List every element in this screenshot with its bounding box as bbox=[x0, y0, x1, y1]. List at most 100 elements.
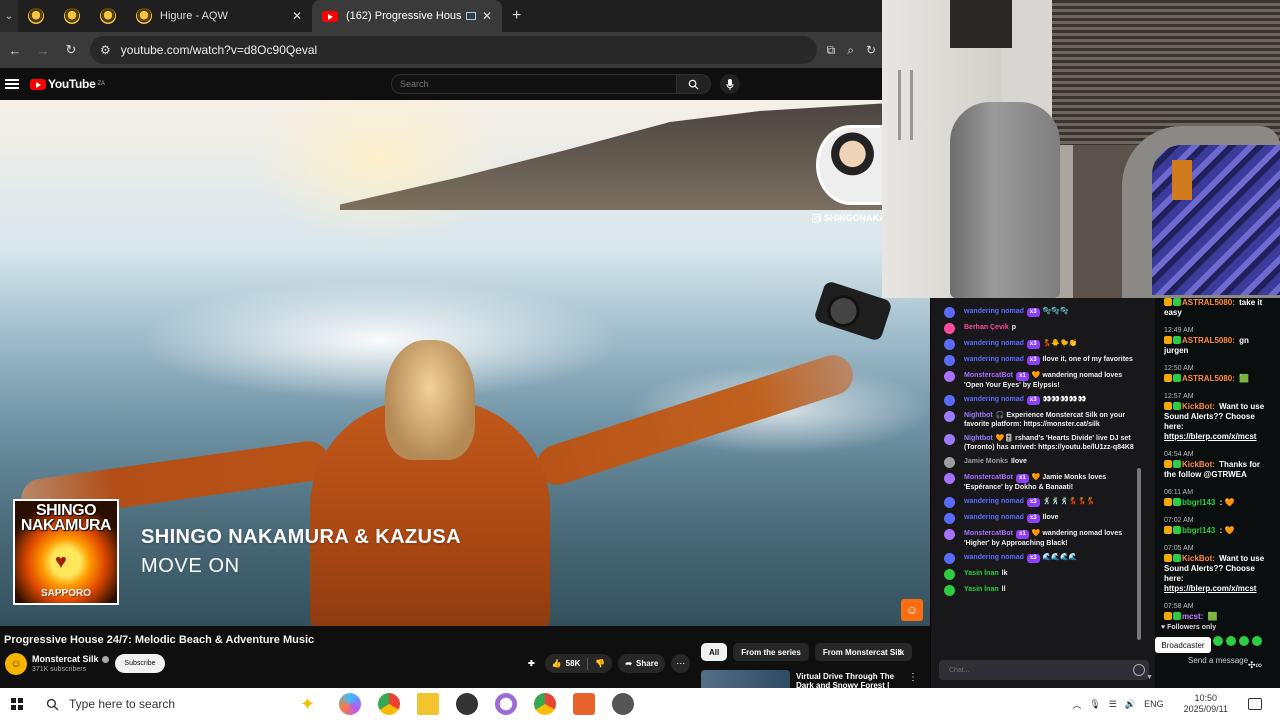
chat-avatar[interactable] bbox=[944, 411, 955, 422]
chat-username[interactable]: Yasin İnan bbox=[964, 586, 999, 593]
emote-icon[interactable] bbox=[1226, 636, 1236, 646]
chat-message-list[interactable]: wandering nomad x3 🫧🫧🫧 Berhan Çevik p wanderi… bbox=[931, 298, 1141, 650]
chat-avatar[interactable] bbox=[944, 513, 955, 524]
channel-watermark-icon[interactable]: ☺ bbox=[901, 599, 923, 621]
recommendation-more-icon[interactable]: ⋮ bbox=[908, 672, 918, 683]
menu-icon[interactable] bbox=[5, 79, 19, 89]
tab-higure-aqw[interactable]: Higure - AQW ✕ bbox=[126, 0, 312, 32]
kick-username[interactable]: bbgrl143 bbox=[1182, 526, 1215, 535]
chrome-icon[interactable] bbox=[378, 693, 400, 715]
kick-username[interactable]: KickBot: bbox=[1182, 554, 1215, 563]
video-player[interactable]: SHINGONAKA SHINGO NAKAMURA ♥ SAPPORO SHI… bbox=[0, 100, 930, 626]
kick-send-message[interactable]: Send a message bbox=[1188, 656, 1248, 665]
chat-username[interactable]: MonstercatBot bbox=[964, 372, 1013, 379]
kick-settings-icon[interactable]: ✣∞ bbox=[1248, 660, 1262, 671]
chat-avatar[interactable] bbox=[944, 339, 955, 350]
chat-avatar[interactable] bbox=[944, 497, 955, 508]
chat-avatar[interactable] bbox=[944, 434, 955, 445]
search-input[interactable] bbox=[391, 74, 677, 94]
clock[interactable]: 10:50 2025/09/11 bbox=[1184, 693, 1228, 715]
emote-icon[interactable] bbox=[1252, 636, 1262, 646]
youtube-logo[interactable]: YouTube ZA bbox=[30, 77, 105, 91]
chat-avatar[interactable] bbox=[944, 457, 955, 468]
emote-icon[interactable] bbox=[1213, 636, 1223, 646]
snipping-tool-icon[interactable] bbox=[495, 693, 517, 715]
start-button[interactable] bbox=[0, 688, 34, 720]
voice-search-button[interactable] bbox=[720, 74, 740, 94]
chrome-profile-icon[interactable] bbox=[534, 693, 556, 715]
channel-name[interactable]: Monstercat Silk bbox=[32, 654, 109, 664]
tab-close-icon[interactable]: ✕ bbox=[292, 9, 302, 23]
like-count[interactable]: 58K bbox=[566, 659, 581, 668]
remix-button[interactable]: ✚ bbox=[524, 654, 539, 673]
chat-scrollbar[interactable] bbox=[1137, 468, 1141, 640]
obs-icon[interactable] bbox=[456, 693, 478, 715]
chat-username[interactable]: MonstercatBot bbox=[964, 530, 1013, 537]
chat-username[interactable]: Yasin İnan bbox=[964, 570, 999, 577]
kick-username[interactable]: mcst: bbox=[1182, 612, 1203, 621]
network-icon[interactable]: ☰ bbox=[1109, 699, 1117, 710]
chevron-right-icon[interactable]: › bbox=[898, 645, 902, 659]
chat-username[interactable]: wandering nomad bbox=[964, 554, 1024, 561]
chat-username[interactable]: Nightbot bbox=[964, 435, 993, 442]
pinned-tab-aqw-3[interactable] bbox=[90, 0, 126, 32]
channel-avatar[interactable]: ☺ bbox=[5, 653, 27, 675]
filter-chip-series[interactable]: From the series bbox=[733, 643, 809, 661]
emote-icon[interactable] bbox=[1239, 636, 1249, 646]
copilot-icon[interactable] bbox=[339, 693, 361, 715]
like-icon[interactable]: 👍 bbox=[552, 659, 562, 668]
recommendation-thumbnail[interactable] bbox=[701, 670, 790, 688]
filter-chip-all[interactable]: All bbox=[701, 643, 728, 661]
chat-username[interactable]: wandering nomad bbox=[964, 340, 1024, 347]
address-bar[interactable]: ⚙ youtube.com/watch?v=d8Oc90Qeval bbox=[90, 36, 817, 64]
microphone-icon[interactable]: 🎙 bbox=[1089, 699, 1100, 710]
search-button[interactable] bbox=[677, 74, 711, 94]
kick-link[interactable]: https://blerp.com/x/mcst bbox=[1164, 432, 1256, 441]
chat-input-box[interactable] bbox=[939, 660, 1149, 680]
back-arrow-icon[interactable]: ← bbox=[2, 43, 28, 58]
tab-search-icon[interactable]: ⌄ bbox=[0, 0, 18, 32]
app-icon[interactable] bbox=[612, 693, 634, 715]
kick-username[interactable]: ASTRAL5080: bbox=[1182, 298, 1235, 307]
reload-icon[interactable]: ↻ bbox=[58, 42, 84, 58]
chat-username[interactable]: wandering nomad bbox=[964, 356, 1024, 363]
kick-message-list[interactable]: ASTRAL5080: take it easy 12:49 AM ASTRAL50… bbox=[1155, 298, 1280, 622]
chat-username[interactable]: wandering nomad bbox=[964, 498, 1024, 505]
chat-avatar[interactable] bbox=[944, 585, 955, 596]
chevron-up-icon[interactable]: ︿ bbox=[1072, 698, 1081, 711]
volume-icon[interactable]: 🔊 bbox=[1125, 699, 1136, 710]
kick-username[interactable]: bbgrl143 bbox=[1182, 498, 1215, 507]
chat-username[interactable]: Nightbot bbox=[964, 412, 993, 419]
emote-picker-icon[interactable] bbox=[1133, 664, 1145, 676]
language-indicator[interactable]: ENG bbox=[1144, 699, 1164, 709]
new-tab-icon[interactable]: + bbox=[512, 7, 521, 25]
kick-username[interactable]: ASTRAL5080: bbox=[1182, 374, 1235, 383]
tab-media-icon[interactable] bbox=[465, 12, 476, 20]
more-actions-icon[interactable]: ⋯ bbox=[671, 654, 691, 673]
chat-username[interactable]: Berhan Çevik bbox=[964, 324, 1009, 331]
chat-avatar[interactable] bbox=[944, 371, 955, 382]
dislike-icon[interactable]: 👎 bbox=[595, 659, 605, 668]
forward-arrow-icon[interactable]: → bbox=[30, 43, 56, 58]
chat-avatar[interactable] bbox=[944, 553, 955, 564]
share-button[interactable]: ➦ Share bbox=[618, 654, 666, 673]
pinned-tab-aqw-2[interactable] bbox=[54, 0, 90, 32]
recommendation-title[interactable]: Virtual Drive Through The Dark and Snowy… bbox=[796, 672, 904, 688]
notification-icon[interactable] bbox=[1248, 698, 1262, 710]
kick-username[interactable]: ASTRAL5080: bbox=[1182, 336, 1235, 345]
chat-username[interactable]: Jamie Monks bbox=[964, 458, 1008, 465]
extension-icon[interactable]: ↻ bbox=[866, 43, 876, 58]
install-app-icon[interactable]: ⧉ bbox=[827, 43, 836, 58]
chat-input[interactable] bbox=[949, 666, 1119, 674]
chat-username[interactable]: wandering nomad bbox=[964, 396, 1024, 403]
pinned-tab-aqw-1[interactable] bbox=[18, 0, 54, 32]
kick-username[interactable]: KickBot: bbox=[1182, 460, 1215, 469]
chat-avatar[interactable] bbox=[944, 473, 955, 484]
office-icon[interactable] bbox=[573, 693, 595, 715]
site-info-icon[interactable]: ⚙ bbox=[100, 43, 111, 57]
chat-username[interactable]: MonstercatBot bbox=[964, 474, 1013, 481]
chat-username[interactable]: wandering nomad bbox=[964, 308, 1024, 315]
file-explorer-icon[interactable] bbox=[417, 693, 439, 715]
chat-avatar[interactable] bbox=[944, 569, 955, 580]
zoom-icon[interactable]: ⌕ bbox=[847, 43, 854, 58]
